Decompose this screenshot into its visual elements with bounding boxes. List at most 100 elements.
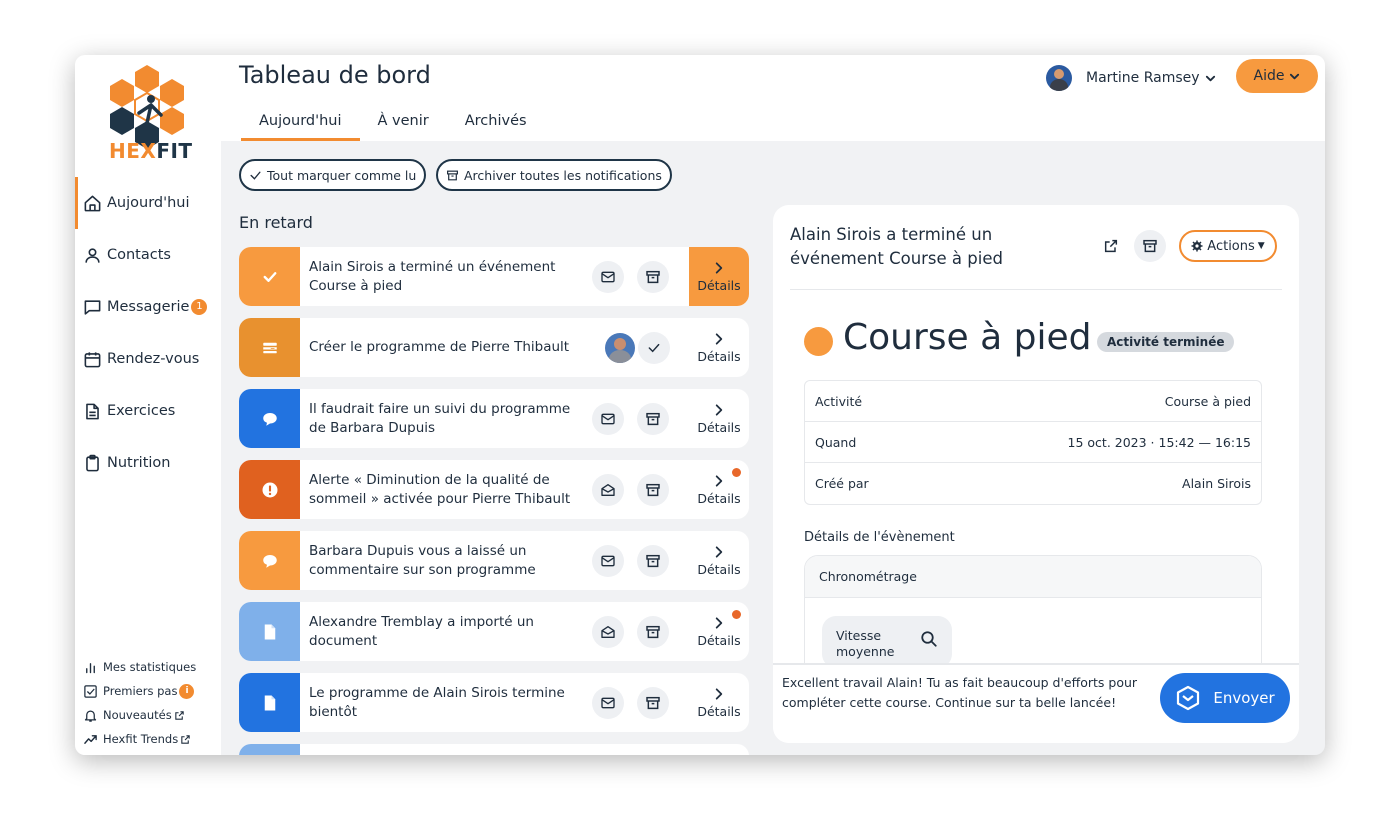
notification-row[interactable]: Alexandre Tremblay a importé un document… [239,602,749,661]
sidebar-item-rendez-vous[interactable]: Rendez-vous [75,333,221,385]
tab-archives[interactable]: Archivés [447,105,545,141]
notification-text: Le programme de Alain Sirois termine bie… [309,684,565,720]
mark-read-button[interactable] [592,545,624,577]
mark-unread-button[interactable] [592,616,624,648]
sidebar-footer: Mes statistiques Premiers pas i Nouveaut… [83,655,221,751]
event-info-table: Activité Course à pied Quand 15 oct. 202… [804,380,1262,505]
details-label: Détails [697,632,741,648]
sidebar-item-label: Aujourd'hui [107,195,190,211]
notification-type-icon [239,318,300,377]
mark-read-button[interactable] [592,403,624,435]
notification-type-icon [239,602,300,661]
notification-row[interactable]: Créer le programme de Pierre Thibault Dét… [239,318,749,377]
archive-button[interactable] [637,545,669,577]
external-link-icon [175,710,184,720]
notification-type-icon [239,673,300,732]
notification-row[interactable]: Alain Sirois a terminé un événement Cour… [239,247,749,306]
brand-name: HEXFIT [109,139,193,163]
sidebar-item-nutrition[interactable]: Nutrition [75,437,221,489]
archive-button[interactable] [637,687,669,719]
footer-link-label: Premiers pas [103,684,178,698]
notification-row[interactable]: Il faudrait faire un suivi du programme … [239,389,749,448]
sidebar-item-label: Contacts [107,247,171,263]
complete-task-button[interactable] [638,332,670,364]
sidebar-item-label: Messagerie [107,299,190,315]
mark-unread-button[interactable] [592,474,624,506]
notification-row[interactable]: Le programme de Alain Sirois termine bie… [239,673,749,732]
details-button[interactable]: Détails [689,247,749,306]
details-button[interactable]: Détails [689,389,749,448]
checkmark-icon [250,171,261,180]
archive-icon [646,483,660,497]
mark-all-read-button[interactable]: Tout marquer comme lu [239,159,427,191]
archive-icon [646,625,660,639]
tab-bar: Aujourd'hui À venir Archivés [241,105,545,141]
sidebar-item-aujourdhui[interactable]: Aujourd'hui [75,177,221,229]
mark-read-button[interactable] [592,687,624,719]
chevron-right-icon [715,474,723,487]
chevron-right-icon [715,261,723,274]
footer-link-premiers-pas[interactable]: Premiers pas i [83,679,221,703]
average-speed-metric[interactable]: Vitesse moyenne [822,616,952,668]
archive-all-label: Archiver toutes les notifications [464,167,662,183]
help-button[interactable]: Aide [1236,59,1318,93]
unread-dot [732,468,741,477]
details-button[interactable]: Détails [689,673,749,732]
archive-icon [646,270,660,284]
help-label: Aide [1253,68,1285,84]
info-badge: i [179,683,195,699]
footer-link-nouveautes[interactable]: Nouveautés [83,703,221,727]
info-label: Activité [815,393,863,409]
panel-archive-button[interactable] [1134,230,1166,262]
alert-icon [262,482,277,497]
archive-button[interactable] [637,616,669,648]
avatar [1046,65,1072,91]
archive-icon [646,412,660,426]
archive-icon [646,554,660,568]
notification-type-icon [239,247,300,306]
external-link-icon[interactable] [1103,238,1119,254]
message-input[interactable]: Excellent travail Alain! Tu as fait beau… [782,673,1152,713]
envelope-open-icon [601,484,615,496]
tab-aujourdhui[interactable]: Aujourd'hui [241,105,360,141]
user-menu[interactable]: Martine Ramsey [1046,63,1216,93]
archive-all-button[interactable]: Archiver toutes les notifications [436,159,672,191]
search-icon [921,631,937,647]
archive-button[interactable] [637,474,669,506]
mark-read-button[interactable] [592,261,624,293]
footer-link-hexfit-trends[interactable]: Hexfit Trends [83,727,221,751]
sidebar-nav: Aujourd'hui Contacts Messagerie 1 Rendez… [75,177,221,489]
clipboard-icon [86,454,99,471]
chevron-down-icon [1290,73,1300,79]
footer-link-statistiques[interactable]: Mes statistiques [83,655,221,679]
notification-row[interactable]: Barbara Dupuis vous a laissé un commenta… [239,531,749,590]
sidebar-item-messagerie[interactable]: Messagerie 1 [75,281,221,333]
send-label: Envoyer [1213,689,1275,707]
tab-a-venir[interactable]: À venir [360,105,447,141]
envelope-icon [601,555,615,567]
user-name: Martine Ramsey [1086,70,1200,86]
send-button[interactable]: Envoyer [1160,673,1290,723]
archive-button[interactable] [637,261,669,293]
sidebar-item-exercices[interactable]: Exercices [75,385,221,437]
page-title: Tableau de bord [239,61,431,89]
unread-dot [732,610,741,619]
actions-dropdown-button[interactable]: Actions ▼ [1179,230,1277,262]
details-label: Détails [697,490,741,506]
sidebar-item-contacts[interactable]: Contacts [75,229,221,281]
footer-link-label: Nouveautés [103,708,172,722]
notification-type-icon [239,744,300,755]
details-button[interactable]: Détails [689,531,749,590]
details-button[interactable]: Détails [689,318,749,377]
details-button[interactable] [689,744,749,755]
document-icon [86,403,99,419]
info-row-cree-par: Créé par Alain Sirois [805,463,1261,504]
notification-row[interactable]: Alerte « Diminution de la qualité de som… [239,460,749,519]
archive-icon [1143,239,1157,253]
chevron-down-icon [1205,75,1215,81]
archive-button[interactable] [637,403,669,435]
notification-row[interactable] [239,744,749,755]
event-color-dot [804,327,833,356]
envelope-icon [601,271,615,283]
info-value: Alain Sirois [1182,476,1251,491]
